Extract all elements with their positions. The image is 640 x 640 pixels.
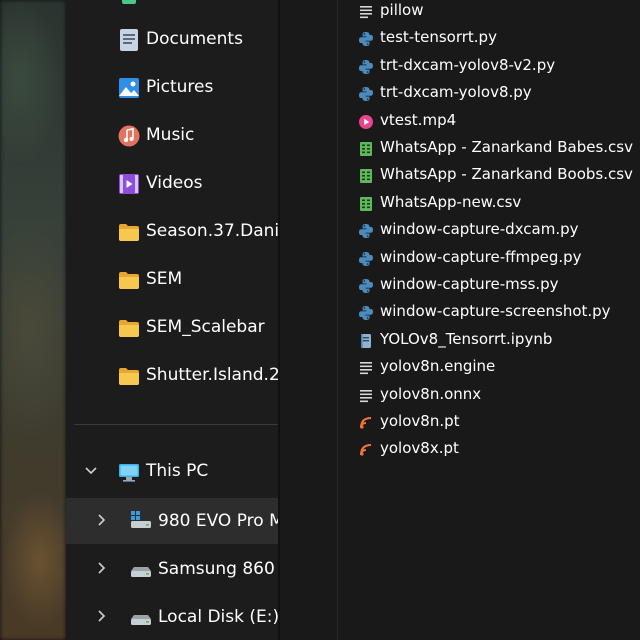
- file-name: test-tensorrt.py: [380, 28, 497, 47]
- nav-item-label: Pictures: [146, 77, 214, 97]
- computer-icon: [119, 464, 139, 482]
- nav-item-folder[interactable]: Shutter.Island.20: [66, 356, 278, 396]
- file-row[interactable]: test-tensorrt.py: [358, 27, 640, 51]
- nav-item-pictures[interactable]: Pictures: [66, 68, 278, 108]
- chevron-right-icon[interactable]: [96, 609, 108, 627]
- navigation-pane[interactable]: Documents Pictures Music Videos Season.3…: [66, 0, 278, 640]
- music-icon: [118, 125, 140, 147]
- chevron-down-icon[interactable]: [84, 463, 98, 481]
- file-name: WhatsApp - Zanarkand Boobs.csv: [380, 165, 633, 184]
- video-file-icon: [359, 114, 373, 129]
- partial-nav-item-icon: [122, 0, 136, 4]
- file-name: vtest.mp4: [380, 110, 457, 129]
- nav-item-videos[interactable]: Videos: [66, 164, 278, 204]
- folder-icon: [119, 368, 139, 385]
- pictures-icon: [119, 78, 139, 98]
- nav-item-label: Shutter.Island.20: [146, 365, 278, 385]
- nav-item-label: Season.37.Daniel: [146, 221, 278, 241]
- os-drive-icon: [131, 511, 151, 528]
- file-row[interactable]: window-capture-mss.py: [358, 274, 640, 298]
- nav-item-label: 980 EVO Pro M: [158, 511, 278, 531]
- file-row[interactable]: pillow: [358, 0, 640, 24]
- csv-file-icon: [360, 196, 372, 211]
- nav-item-label: Music: [146, 125, 195, 145]
- file-name: window-capture-screenshot.py: [380, 302, 611, 321]
- file-row[interactable]: window-capture-ffmpeg.py: [358, 247, 640, 271]
- file-row[interactable]: WhatsApp - Zanarkand Babes.csv: [358, 137, 640, 161]
- file-name: window-capture-mss.py: [380, 275, 559, 293]
- python-file-icon: [359, 59, 373, 74]
- csv-file-icon: [360, 169, 372, 184]
- drive-icon: [131, 567, 151, 577]
- nav-item-folder[interactable]: SEM: [66, 260, 278, 300]
- file-row[interactable]: yolov8n.engine: [358, 356, 640, 380]
- chevron-right-icon[interactable]: [96, 561, 108, 579]
- folder-icon: [119, 272, 139, 289]
- file-name: yolov8n.engine: [380, 357, 496, 376]
- nav-item-documents[interactable]: Documents: [66, 20, 278, 60]
- python-file-icon: [359, 279, 373, 293]
- nav-item-label: Documents: [146, 29, 243, 49]
- text-file-icon: [360, 6, 372, 19]
- file-name: WhatsApp - Zanarkand Babes.csv: [380, 138, 633, 156]
- folder-icon: [119, 224, 139, 241]
- drive-icon: [131, 615, 151, 625]
- file-row[interactable]: trt-dxcam-yolov8-v2.py: [358, 55, 640, 79]
- text-file-icon: [360, 389, 372, 402]
- nav-item-label: SEM: [146, 269, 183, 289]
- nav-item-label: Samsung 860 P: [158, 559, 278, 579]
- videos-icon: [119, 174, 139, 194]
- file-name: YOLOv8_Tensorrt.ipynb: [380, 329, 553, 348]
- nav-item-folder[interactable]: Season.37.Daniel: [66, 212, 278, 252]
- csv-file-icon: [360, 142, 372, 156]
- file-row[interactable]: yolov8x.pt: [358, 438, 640, 462]
- desktop-wallpaper: [0, 0, 66, 640]
- column-divider: [337, 0, 338, 640]
- file-row[interactable]: trt-dxcam-yolov8.py: [358, 82, 640, 106]
- documents-icon: [120, 29, 138, 51]
- file-row[interactable]: YOLOv8_Tensorrt.ipynb: [358, 329, 640, 353]
- nav-item-this-pc[interactable]: This PC: [66, 452, 278, 492]
- pytorch-file-icon: [360, 417, 372, 429]
- nav-item-drive-d[interactable]: Samsung 860 P: [66, 546, 278, 592]
- nav-item-folder[interactable]: SEM_Scalebar: [66, 308, 278, 348]
- file-name: yolov8n.pt: [380, 412, 460, 430]
- nav-item-drive-e[interactable]: Local Disk (E:): [66, 594, 278, 640]
- text-file-icon: [360, 362, 372, 375]
- nav-divider: [74, 424, 278, 425]
- file-row[interactable]: window-capture-screenshot.py: [358, 301, 640, 325]
- folder-icon: [119, 320, 139, 337]
- python-file-icon: [359, 87, 373, 102]
- file-row[interactable]: yolov8n.onnx: [358, 384, 640, 408]
- pytorch-file-icon: [360, 444, 372, 456]
- nav-item-label: This PC: [146, 461, 209, 481]
- nav-item-label: SEM_Scalebar: [146, 317, 265, 337]
- file-name: yolov8n.onnx: [380, 384, 482, 403]
- nav-item-music[interactable]: Music: [66, 116, 278, 156]
- python-file-icon: [359, 251, 373, 266]
- notebook-file-icon: [361, 333, 371, 348]
- file-name: pillow: [380, 1, 424, 19]
- file-row[interactable]: yolov8n.pt: [358, 411, 640, 435]
- file-row[interactable]: WhatsApp - Zanarkand Boobs.csv: [358, 164, 640, 188]
- file-row[interactable]: WhatsApp-new.csv: [358, 192, 640, 216]
- python-file-icon: [359, 32, 373, 47]
- chevron-right-icon[interactable]: [96, 513, 108, 531]
- file-name: window-capture-ffmpeg.py: [380, 247, 582, 266]
- file-row[interactable]: vtest.mp4: [358, 110, 640, 134]
- python-file-icon: [359, 224, 373, 239]
- file-name: yolov8x.pt: [380, 439, 459, 458]
- nav-item-drive-c[interactable]: 980 EVO Pro M: [66, 498, 278, 544]
- python-file-icon: [359, 306, 373, 321]
- file-name: window-capture-dxcam.py: [380, 220, 579, 239]
- nav-item-label: Videos: [146, 173, 203, 193]
- file-name: trt-dxcam-yolov8-v2.py: [380, 55, 556, 74]
- file-name: trt-dxcam-yolov8.py: [380, 83, 532, 102]
- file-name: WhatsApp-new.csv: [380, 192, 522, 211]
- file-row[interactable]: window-capture-dxcam.py: [358, 219, 640, 243]
- nav-item-label: Local Disk (E:): [158, 607, 278, 627]
